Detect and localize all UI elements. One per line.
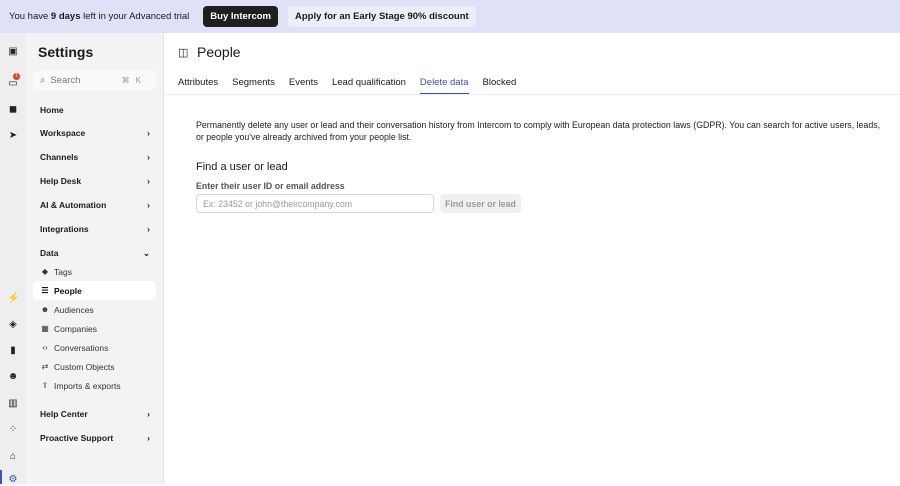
sidebar-item-label: Home — [40, 105, 64, 115]
sidebar-item-label: Help Desk — [40, 176, 82, 186]
apps-icon[interactable]: ⁘ — [7, 424, 19, 436]
sidebar-item-help-center[interactable]: Help Center › — [40, 409, 150, 419]
sidebar-item-conversations[interactable]: ‹› Conversations — [33, 338, 156, 357]
chevron-right-icon: › — [147, 433, 150, 443]
trial-suffix: left in your Advanced trial — [83, 11, 190, 22]
reports-icon[interactable]: ▮ — [7, 345, 19, 357]
sidebar-item-label: People — [54, 285, 82, 296]
sidebar-item-home[interactable]: Home — [40, 105, 150, 115]
tabs: Attributes Segments Events Lead qualific… — [178, 70, 530, 95]
tab-lead-qualification[interactable]: Lead qualification — [332, 70, 406, 95]
search-shortcut: ⌘K — [121, 76, 147, 85]
sidebar-item-data[interactable]: Data ⌄ — [40, 248, 150, 259]
sidebar-item-label: Channels — [40, 152, 79, 162]
find-heading: Find a user or lead — [196, 161, 288, 173]
sidebar-item-label: Workspace — [40, 128, 86, 138]
tabs-divider — [164, 94, 900, 95]
rail-selected-indicator — [0, 470, 2, 484]
sidebar-item-workspace[interactable]: Workspace › — [40, 128, 150, 138]
field-label: Enter their user ID or email address — [196, 181, 345, 191]
sidebar-item-tags[interactable]: ◆ Tags — [33, 262, 156, 281]
settings-sidebar: Settings ⌕ Search ⌘K Home Workspace › Cha… — [26, 33, 164, 484]
gdpr-description: Permanently delete any user or lead and … — [196, 120, 881, 142]
sidebar-item-label: Integrations — [40, 224, 89, 234]
sidebar-item-help-desk[interactable]: Help Desk › — [40, 176, 150, 186]
sidebar-item-label: Help Center — [40, 409, 88, 419]
sidebar-item-label: Proactive Support — [40, 433, 114, 443]
search-placeholder: Search — [50, 75, 81, 86]
search-input[interactable]: ⌕ Search ⌘K — [33, 71, 156, 90]
knowledge-icon[interactable]: ◈ — [7, 319, 19, 331]
sidebar-item-ai-automation[interactable]: AI & Automation › — [40, 200, 150, 210]
sidebar-toggle-icon[interactable]: ◫ — [178, 46, 188, 59]
custom-objects-icon: ⇄ — [41, 362, 49, 371]
sidebar-item-integrations[interactable]: Integrations › — [40, 224, 150, 234]
chevron-right-icon: › — [147, 224, 150, 234]
chevron-right-icon: › — [147, 176, 150, 186]
trial-days: 9 days — [50, 11, 81, 22]
people-list-icon: ☰ — [41, 286, 49, 295]
contacts-icon[interactable]: ☻ — [7, 371, 19, 383]
sidebar-item-companies[interactable]: ▦ Companies — [33, 319, 156, 338]
app-rail: ▣ ▭ ◼ ➤ ⚡ ◈ ▮ ☻ ▥ ⁘ ⌂ ⚙ — [0, 33, 26, 486]
chevron-down-icon: ⌄ — [142, 248, 150, 258]
page-title: People — [197, 44, 241, 60]
sidebar-item-custom-objects[interactable]: ⇄ Custom Objects — [33, 357, 156, 376]
search-icon: ⌕ — [40, 75, 46, 86]
tab-blocked[interactable]: Blocked — [483, 70, 517, 95]
sidebar-item-label: Custom Objects — [54, 361, 115, 372]
tab-attributes[interactable]: Attributes — [178, 70, 218, 95]
buy-intercom-button[interactable]: Buy Intercom — [203, 6, 279, 27]
chevron-right-icon: › — [147, 409, 150, 419]
settings-gear-icon[interactable]: ⚙ — [7, 474, 19, 486]
tab-segments[interactable]: Segments — [232, 70, 275, 95]
sidebar-title: Settings — [38, 44, 94, 60]
find-user-button[interactable]: Find user or lead — [440, 194, 521, 213]
sidebar-item-audiences[interactable]: ☻ Audiences — [33, 300, 156, 319]
early-stage-discount-button[interactable]: Apply for an Early Stage 90% discount — [288, 6, 476, 27]
automation-icon[interactable]: ⚡ — [7, 293, 19, 305]
chevron-right-icon: › — [147, 200, 150, 210]
sidebar-item-label: Tags — [54, 266, 72, 277]
outbound-icon[interactable]: ➤ — [7, 130, 19, 142]
inbox-badge: 1 — [13, 73, 20, 80]
upload-icon: ⇪ — [41, 381, 49, 390]
sidebar-item-channels[interactable]: Channels › — [40, 152, 150, 162]
sidebar-item-label: Imports & exports — [54, 380, 121, 391]
trial-prefix: You have — [9, 11, 49, 22]
intercom-logo-icon[interactable]: ▣ — [7, 46, 19, 58]
sidebar-item-label: Data — [40, 248, 59, 258]
building-icon: ▦ — [41, 324, 49, 333]
sidebar-item-label: Audiences — [54, 304, 94, 315]
sidebar-item-imports-exports[interactable]: ⇪ Imports & exports — [33, 376, 156, 395]
sidebar-item-people[interactable]: ☰ People — [33, 281, 156, 300]
tag-icon: ◆ — [41, 267, 49, 276]
sidebar-item-proactive-support[interactable]: Proactive Support › — [40, 433, 150, 443]
tab-delete-data[interactable]: Delete data — [419, 70, 469, 95]
audiences-icon: ☻ — [40, 305, 50, 314]
sidebar-item-label: Companies — [54, 323, 97, 334]
help-center-icon[interactable]: ▥ — [7, 398, 19, 410]
trial-banner: You have 9 days left in your Advanced tr… — [0, 0, 900, 33]
sidebar-item-label: Conversations — [54, 342, 109, 353]
user-id-email-input[interactable] — [196, 194, 434, 213]
main-content: ◫ People Attributes Segments Events Lead… — [164, 33, 900, 484]
chevron-right-icon: › — [147, 128, 150, 138]
chevron-right-icon: › — [147, 152, 150, 162]
code-arrows-icon: ‹› — [42, 343, 48, 352]
fin-icon[interactable]: ◼ — [7, 104, 19, 116]
academy-icon[interactable]: ⌂ — [7, 451, 19, 463]
sidebar-item-label: AI & Automation — [40, 200, 107, 210]
tab-events[interactable]: Events — [289, 70, 318, 95]
